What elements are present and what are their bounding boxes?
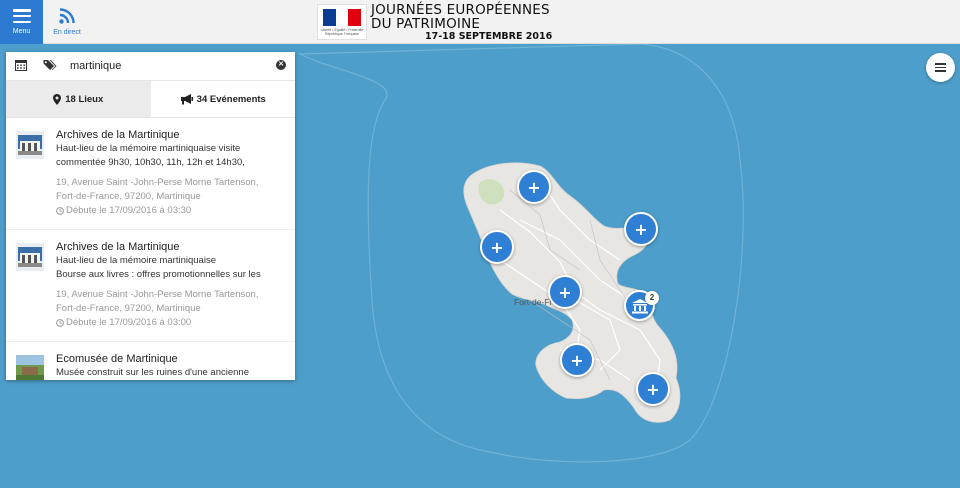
search-input[interactable] — [70, 57, 270, 75]
plus-icon: + — [558, 282, 572, 302]
rss-icon — [59, 8, 75, 24]
results-tabs: 18 Lieux 34 Evénements — [6, 81, 295, 118]
result-description: Haut-lieu de la mémoire martiniquaise — [56, 255, 216, 266]
plus-icon: + — [570, 350, 584, 370]
list-item[interactable]: Archives de la Martinique Haut-lieu de l… — [6, 118, 295, 230]
map-cluster-marker[interactable]: + — [480, 230, 514, 264]
map-marker-icon — [53, 93, 62, 105]
result-title: Archives de la Martinique — [56, 129, 180, 141]
list-item[interactable]: Ecomusée de Martinique Musée construit s… — [6, 342, 295, 380]
search-panel: ✕ 18 Lieux 34 Evénements — [6, 52, 295, 380]
plus-icon: + — [634, 219, 648, 239]
result-address: Fort-de-France, 97200, Martinique — [56, 303, 201, 314]
result-title: Archives de la Martinique — [56, 241, 180, 253]
live-label: En direct — [53, 29, 81, 36]
map-cluster-marker[interactable]: + — [548, 275, 582, 309]
map-cluster-marker[interactable]: + — [636, 372, 670, 406]
map-cluster-marker[interactable]: + — [517, 170, 551, 204]
plus-icon: + — [490, 237, 504, 257]
logo-dates: 17-18 SEPTEMBRE 2016 — [425, 30, 553, 42]
logo-line-1: JOURNÉES EUROPÉENNES — [371, 1, 550, 18]
top-bar: Menu En direct Liberté • Égalité • Frate… — [0, 0, 960, 44]
museum-count-badge: 2 — [645, 291, 659, 305]
result-title: Ecomusée de Martinique — [56, 353, 178, 365]
megaphone-icon — [180, 93, 193, 104]
plus-icon: + — [527, 177, 541, 197]
flag-caption: Liberté • Égalité • Fraternité République… — [320, 27, 364, 36]
result-description: Haut-lieu de la mémoire martiniquaise vi… — [56, 143, 241, 154]
clear-search-icon[interactable]: ✕ — [276, 60, 286, 70]
result-description: commentée 9h30, 10h30, 11h, 12h et 14h30… — [56, 157, 245, 168]
menu-label: Menu — [12, 28, 31, 35]
city-label-fort-de-france: Fort-de-Fr — [514, 297, 553, 307]
clock-icon — [56, 207, 64, 215]
map-layers-button[interactable] — [926, 53, 955, 82]
republique-francaise-logo: Liberté • Égalité • Fraternité République… — [317, 4, 367, 40]
results-list: Archives de la Martinique Haut-lieu de l… — [6, 118, 295, 380]
result-date: Débute le 17/09/2016 à 03:00 — [56, 316, 287, 330]
hamburger-icon — [935, 63, 946, 72]
result-address: 19, Avenue Saint -John-Perse Morne Tarte… — [56, 177, 259, 188]
list-item[interactable]: Archives de la Martinique Haut-lieu de l… — [6, 230, 295, 342]
calendar-icon[interactable] — [15, 59, 27, 71]
menu-button[interactable]: Menu — [0, 0, 43, 44]
tab-evenements[interactable]: 34 Evénements — [151, 81, 296, 117]
map-cluster-marker[interactable]: + — [560, 343, 594, 377]
result-date: Débute le 17/09/2016 à 03:30 — [56, 204, 287, 218]
tab-label: 18 Lieux — [65, 93, 104, 105]
jep-logo: Liberté • Égalité • Fraternité République… — [317, 1, 553, 42]
french-flag-icon — [323, 8, 362, 26]
result-thumbnail — [16, 131, 44, 159]
plus-icon: + — [646, 379, 660, 399]
tab-label: 34 Evénements — [196, 93, 266, 105]
clock-icon — [56, 319, 64, 327]
hamburger-icon — [12, 9, 31, 23]
result-address: 19, Avenue Saint -John-Perse Morne Tarte… — [56, 289, 259, 300]
map-cluster-marker[interactable]: + — [624, 212, 658, 246]
live-feed-button[interactable]: En direct — [48, 0, 86, 44]
result-date-text: Débute le 17/09/2016 à 03:30 — [66, 205, 192, 216]
result-date-text: Débute le 17/09/2016 à 03:00 — [66, 317, 192, 328]
tab-lieux[interactable]: 18 Lieux — [6, 81, 151, 117]
result-address: Fort-de-France, 97200, Martinique — [56, 191, 201, 202]
result-thumbnail — [16, 355, 44, 380]
result-description: Musée construit sur les ruines d'une anc… — [56, 367, 249, 378]
search-bar: ✕ — [6, 52, 295, 81]
result-thumbnail — [16, 243, 44, 271]
tags-icon[interactable] — [43, 59, 57, 71]
logo-line-2: DU PATRIMOINE — [371, 15, 481, 32]
result-description: Bourse aux livres : offres promotionnell… — [56, 269, 261, 280]
